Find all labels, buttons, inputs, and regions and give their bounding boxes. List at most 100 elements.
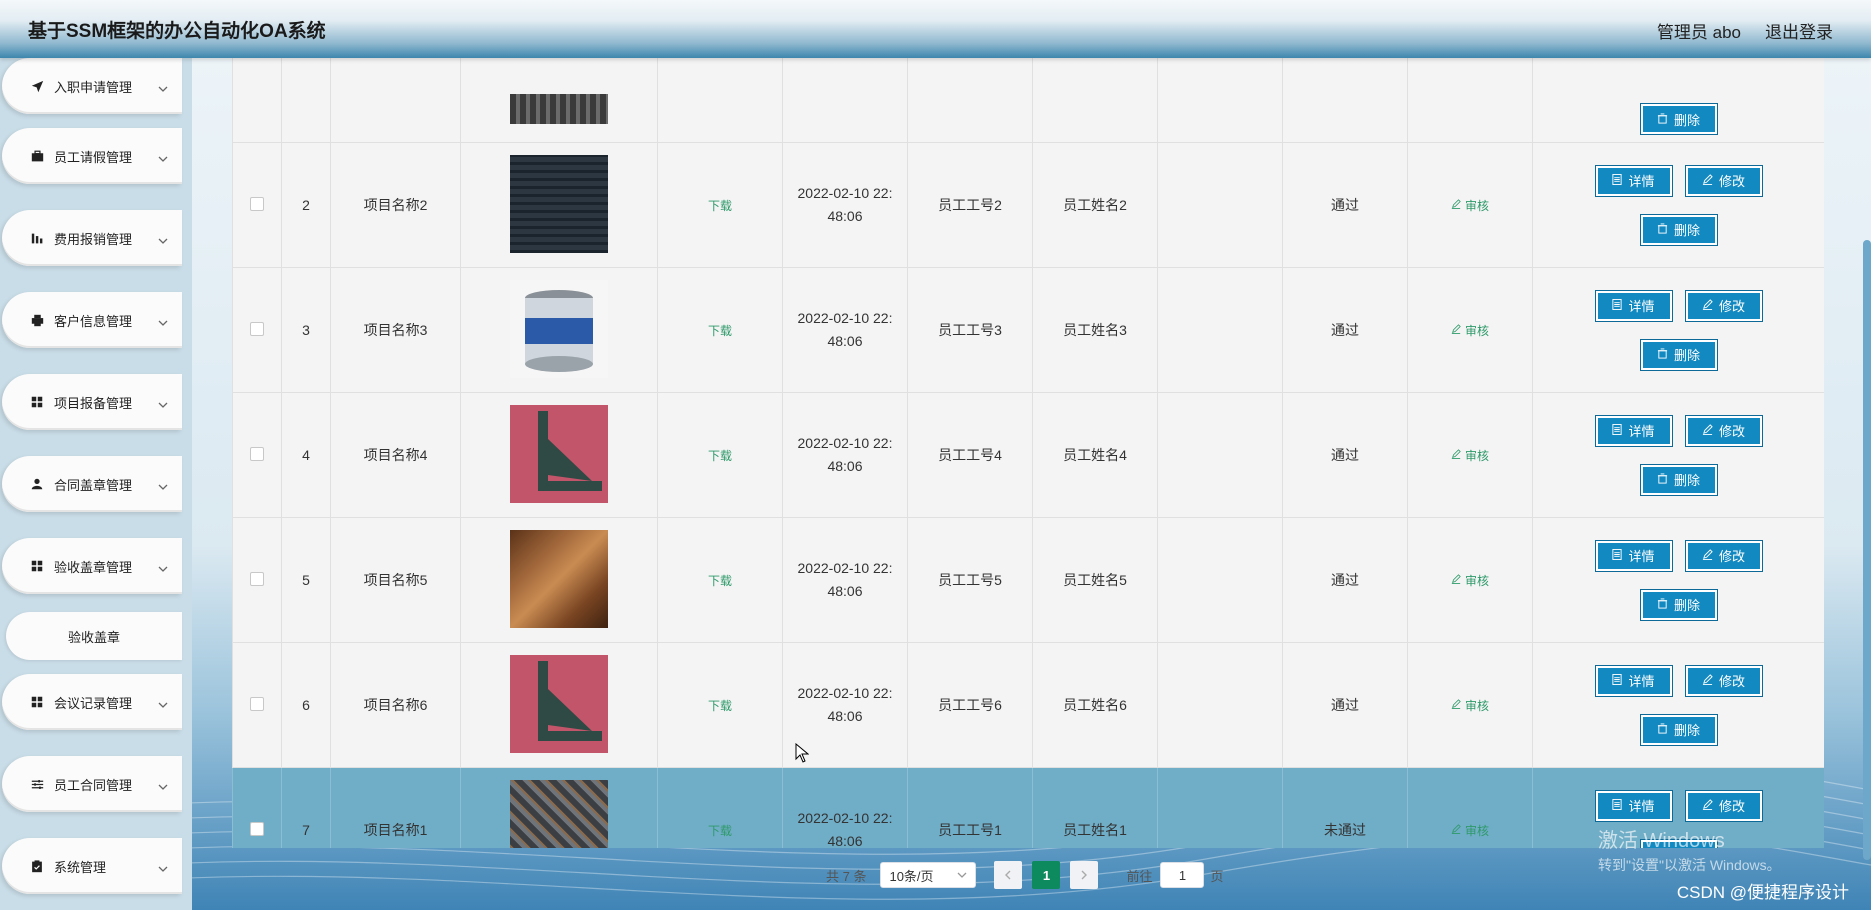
page-size-select[interactable]: 10条/页 [880, 862, 977, 888]
logout-link[interactable]: 退出登录 [1765, 18, 1833, 43]
detail-button[interactable]: 详情 [1594, 789, 1673, 822]
edit-icon [1702, 673, 1713, 688]
edit-icon [1702, 173, 1713, 188]
page-suffix: 页 [1210, 868, 1224, 884]
employee-number: 员工工号2 [907, 142, 1033, 268]
sidebar-item-acceptance-seal[interactable]: 验收盖章管理 [2, 538, 182, 594]
audit-link[interactable]: 审核 [1451, 447, 1489, 464]
chevron-down-icon [158, 151, 168, 162]
timestamp-time: 48:06 [827, 833, 863, 848]
edit-button[interactable]: 修改 [1684, 789, 1763, 822]
audit-link[interactable]: 审核 [1451, 197, 1489, 214]
grid-icon [30, 695, 44, 709]
detail-button[interactable]: 详情 [1594, 664, 1673, 697]
sidebar-item-meeting[interactable]: 会议记录管理 [2, 674, 182, 730]
edit-button[interactable]: 修改 [1684, 539, 1763, 572]
employee-number: 员工工号4 [907, 392, 1033, 518]
app-header: 基于SSM框架的办公自动化OA系统 管理员 abo 退出登录 [0, 0, 1871, 58]
send-icon [30, 79, 44, 93]
timestamp-date: 2022-02-10 22: [797, 310, 893, 326]
download-link[interactable]: 下载 [708, 699, 732, 713]
download-link[interactable]: 下载 [708, 449, 732, 463]
edit-icon [1702, 298, 1713, 313]
row-checkbox[interactable] [250, 321, 264, 336]
sidebar-item-customer[interactable]: 客户信息管理 [2, 292, 182, 348]
sidebar-item-label: 项目报备管理 [54, 395, 133, 411]
edit-button[interactable]: 修改 [1684, 289, 1763, 322]
status-text: 未通过 [1282, 767, 1408, 848]
download-link[interactable]: 下载 [708, 199, 732, 213]
audit-link[interactable]: 审核 [1451, 322, 1489, 339]
table-row: 4 项目名称4 下载 2022-02-10 22: 48:06 员工工号4 员工姓名4 通过 审… [232, 392, 1824, 518]
sidebar-item-label: 会议记录管理 [54, 695, 133, 711]
next-page-button[interactable] [1070, 861, 1099, 889]
sidebar-item-employee-contract[interactable]: 员工合同管理 [2, 756, 182, 812]
timestamp-date: 2022-02-10 22: [797, 560, 893, 576]
delete-button[interactable]: 删除 [1639, 103, 1718, 135]
project-name: 项目名称3 [330, 267, 461, 393]
delete-button[interactable]: 删除 [1639, 213, 1718, 246]
edit-button[interactable]: 修改 [1684, 664, 1763, 697]
edit-icon [1451, 448, 1461, 462]
audit-link[interactable]: 审核 [1451, 572, 1489, 589]
timestamp-time: 48:06 [827, 583, 863, 599]
employee-name: 员工姓名5 [1032, 517, 1158, 643]
edit-icon [1451, 198, 1461, 212]
briefcase-icon [30, 149, 44, 163]
edit-icon [1702, 548, 1713, 563]
trash-icon [1657, 112, 1668, 127]
timestamp-time: 48:06 [827, 208, 863, 224]
edit-button[interactable]: 修改 [1684, 164, 1763, 197]
table-row: 删除 [232, 58, 1824, 143]
status-text: 通过 [1282, 142, 1408, 268]
row-checkbox[interactable] [250, 821, 264, 836]
row-index: 7 [281, 767, 331, 848]
clipboard-icon [30, 859, 44, 873]
detail-button[interactable]: 详情 [1594, 164, 1673, 197]
download-link[interactable]: 下载 [708, 824, 732, 838]
chevron-right-icon [1079, 868, 1089, 883]
row-checkbox[interactable] [250, 696, 264, 711]
row-checkbox[interactable] [250, 571, 264, 586]
sliders-icon [30, 777, 44, 791]
sidebar-item-leave[interactable]: 员工请假管理 [2, 128, 182, 184]
pagination-total: 共 7 条 [826, 868, 867, 884]
document-icon [1612, 548, 1623, 563]
edit-icon [1702, 798, 1713, 813]
project-name: 项目名称4 [330, 392, 461, 518]
sidebar-item-project[interactable]: 项目报备管理 [2, 374, 182, 430]
audit-link[interactable]: 审核 [1451, 697, 1489, 714]
goto-page-input[interactable] [1160, 862, 1205, 888]
detail-button[interactable]: 详情 [1594, 289, 1673, 322]
row-checkbox[interactable] [250, 196, 264, 211]
detail-button[interactable]: 详情 [1594, 414, 1673, 447]
windows-activation-watermark: 激活 Windows 转到"设置"以激活 Windows。 [1598, 824, 1781, 875]
document-icon [1612, 173, 1623, 188]
edit-button[interactable]: 修改 [1684, 414, 1763, 447]
page-scrollbar[interactable] [1863, 240, 1871, 860]
delete-button[interactable]: 删除 [1639, 463, 1718, 496]
delete-button[interactable]: 删除 [1639, 588, 1718, 621]
sidebar-item-system[interactable]: 系统管理 [2, 838, 182, 894]
page-number-current[interactable]: 1 [1032, 861, 1061, 889]
delete-button[interactable]: 删除 [1639, 713, 1718, 746]
project-name: 项目名称2 [330, 142, 461, 268]
project-image [510, 529, 608, 628]
detail-button[interactable]: 详情 [1594, 539, 1673, 572]
table-row: 6 项目名称6 下载 2022-02-10 22: 48:06 员工工号6 员工姓名6 通过 审… [232, 642, 1824, 768]
sidebar-item-contract-seal[interactable]: 合同盖章管理 [2, 456, 182, 512]
row-checkbox[interactable] [250, 446, 264, 461]
sidebar-item-expense[interactable]: 费用报销管理 [2, 210, 182, 266]
sidebar-item-label: 验收盖章管理 [54, 559, 133, 575]
prev-page-button[interactable] [994, 861, 1023, 889]
sidebar-item-onboarding[interactable]: 入职申请管理 [2, 58, 182, 114]
delete-button[interactable]: 删除 [1639, 338, 1718, 371]
download-link[interactable]: 下载 [708, 324, 732, 338]
audit-link[interactable]: 审核 [1451, 822, 1489, 839]
goto-label: 前往 [1126, 868, 1153, 884]
download-link[interactable]: 下载 [708, 574, 732, 588]
activation-title: 激活 Windows [1598, 830, 1725, 852]
sidebar-subitem-acceptance-seal[interactable]: 验收盖章 [6, 612, 182, 660]
row-index: 6 [281, 642, 331, 768]
project-name: 项目名称1 [330, 767, 461, 848]
